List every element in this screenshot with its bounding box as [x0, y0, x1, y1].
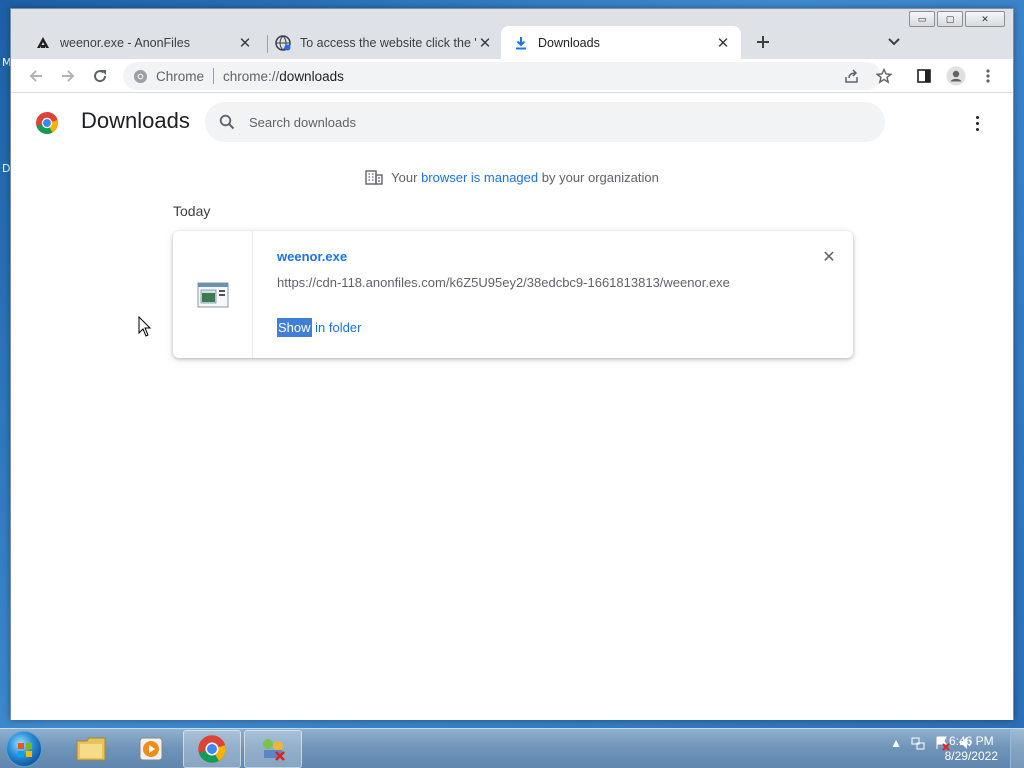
site-info-chip[interactable]: Chrome	[133, 69, 204, 84]
share-button[interactable]	[841, 65, 863, 87]
tab-close-icon[interactable]: ✕	[715, 35, 731, 52]
show-hidden-icons-icon[interactable]: ▲	[890, 736, 902, 750]
managed-notice: Your browser is managed by your organiza…	[11, 169, 1013, 185]
tab-close-icon[interactable]: ✕	[477, 35, 493, 52]
downloads-menu-button[interactable]	[967, 113, 987, 133]
page-title: Downloads	[81, 108, 190, 133]
managed-prefix: Your	[391, 169, 418, 185]
taskbar-explorer[interactable]	[62, 730, 120, 768]
url-path: downloads	[279, 68, 344, 84]
kebab-dot	[975, 127, 979, 131]
new-tab-button[interactable]	[751, 32, 775, 55]
chrome-taskbar-icon	[198, 735, 226, 763]
page-header: Downloads	[11, 93, 1013, 149]
kebab-dot	[975, 121, 979, 125]
back-arrow-icon	[29, 70, 42, 82]
tab-close-icon[interactable]: ✕	[237, 35, 253, 52]
back-button[interactable]	[25, 65, 47, 87]
clock-time: 6:46 PM	[948, 734, 994, 748]
download-source-url[interactable]: https://cdn-118.anonfiles.com/k6Z5U95ey2…	[277, 275, 730, 290]
network-app-icon	[263, 739, 285, 761]
omnibox-divider	[213, 68, 215, 84]
windows-taskbar: ▲ 6:46 PM 8/29/2022	[0, 728, 1024, 768]
chevron-down-icon	[888, 38, 900, 46]
show-in-folder-rest: in folder	[311, 320, 362, 335]
show-desktop-button[interactable]	[1010, 729, 1024, 768]
windows-logo-icon	[18, 743, 32, 757]
reload-button[interactable]	[89, 65, 111, 87]
start-button[interactable]	[6, 731, 42, 767]
kebab-menu-icon	[986, 69, 990, 83]
toolbar: Chrome chrome://downloads	[11, 59, 1013, 93]
tab-title: To access the website click the "A	[300, 35, 477, 50]
download-item-card: weenor.exe https://cdn-118.anonfiles.com…	[173, 231, 853, 358]
star-icon	[876, 68, 892, 84]
media-player-icon	[139, 737, 163, 761]
tab-anonfiles[interactable]: weenor.exe - AnonFiles ✕	[23, 26, 263, 59]
executable-file-icon	[197, 282, 228, 307]
chrome-logo-icon	[36, 112, 58, 134]
tab-search-button[interactable]	[887, 34, 903, 51]
tab-downloads[interactable]: Downloads ✕	[501, 26, 741, 59]
taskbar-media-player[interactable]	[122, 730, 180, 768]
omnibox-url[interactable]: chrome://downloads	[223, 69, 344, 84]
avatar-icon	[946, 66, 966, 86]
folder-icon	[76, 737, 106, 761]
side-panel-button[interactable]	[913, 65, 935, 87]
building-icon	[365, 170, 383, 185]
remove-download-button[interactable]: ✕	[819, 247, 839, 267]
tab-access-website[interactable]: To access the website click the "A ✕	[263, 26, 503, 59]
clock-date: 8/29/2022	[944, 749, 998, 763]
date-section-today: Today	[173, 203, 211, 219]
share-icon	[845, 69, 858, 83]
browser-window: ▭ ▢ ✕ weenor.exe - AnonFiles ✕ To access…	[10, 8, 1014, 720]
search-downloads[interactable]	[205, 102, 885, 142]
managed-suffix: by your organization	[541, 169, 659, 185]
managed-link[interactable]: browser is managed	[421, 170, 538, 185]
taskbar-chrome[interactable]	[183, 730, 241, 768]
taskbar-clock[interactable]: 6:46 PM 8/29/2022	[945, 734, 998, 764]
kebab-dot	[975, 115, 979, 119]
profile-button[interactable]	[945, 65, 967, 87]
url-scheme: chrome://	[223, 68, 280, 84]
tab-title: weenor.exe - AnonFiles	[60, 35, 190, 50]
address-bar[interactable]: Chrome chrome://downloads	[123, 62, 881, 90]
anonfiles-favicon-icon	[37, 36, 49, 48]
show-in-folder-link[interactable]: Show in folder	[277, 318, 362, 337]
bookmark-button[interactable]	[873, 65, 895, 87]
taskbar-network-app[interactable]	[244, 730, 302, 768]
tab-title: Downloads	[538, 35, 600, 50]
omnibox-site-label: Chrome	[156, 68, 205, 84]
selected-text: Show	[277, 318, 312, 337]
mouse-cursor-icon	[138, 316, 152, 337]
chrome-small-icon	[133, 69, 148, 83]
forward-arrow-icon	[62, 70, 75, 82]
reload-icon	[94, 70, 107, 83]
file-icon-area	[173, 231, 253, 358]
forward-button[interactable]	[57, 65, 79, 87]
download-icon	[516, 36, 526, 49]
download-file-name[interactable]: weenor.exe	[277, 249, 347, 264]
menu-button[interactable]	[977, 65, 999, 87]
network-tray-icon[interactable]	[910, 735, 926, 751]
globe-icon	[275, 34, 291, 51]
plus-icon	[757, 36, 769, 48]
downloads-page: Downloads Your browser is managed by you…	[11, 93, 1013, 720]
side-panel-icon	[917, 69, 931, 83]
tab-strip: weenor.exe - AnonFiles ✕ To access the w…	[11, 23, 1013, 59]
managed-text: Your browser is managed by your organiza…	[391, 170, 659, 185]
search-input[interactable]	[249, 114, 849, 130]
search-icon	[219, 114, 235, 130]
